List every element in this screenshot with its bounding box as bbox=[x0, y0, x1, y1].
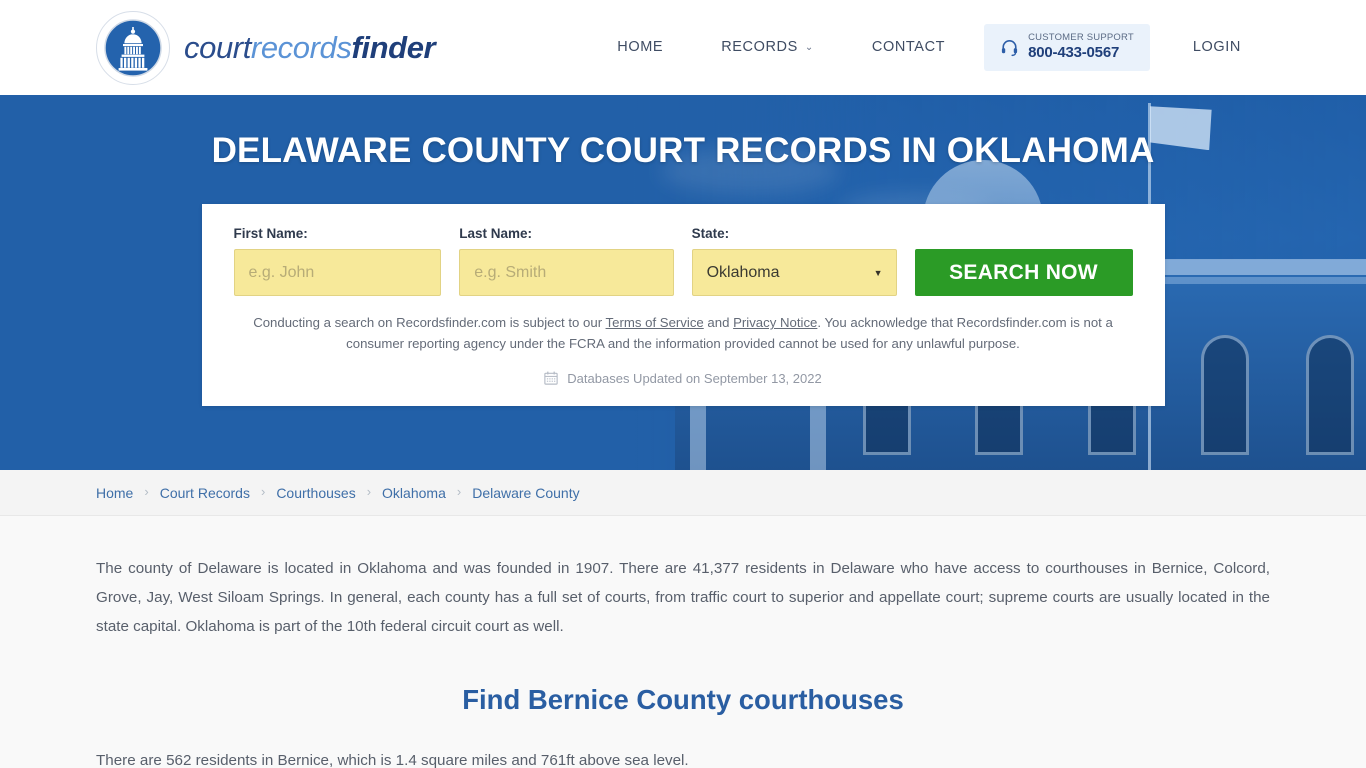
county-intro-paragraph: The county of Delaware is located in Okl… bbox=[96, 560, 1270, 636]
calendar-icon bbox=[544, 371, 558, 385]
nav-item-home[interactable]: HOME bbox=[588, 29, 692, 65]
capitol-dome-icon bbox=[96, 10, 170, 85]
breadcrumb-item-home[interactable]: Home bbox=[96, 485, 133, 501]
brand-wordmark: courtrecordsfinder bbox=[184, 29, 436, 66]
terms-of-service-link[interactable]: Terms of Service bbox=[606, 315, 704, 330]
disclaimer-part-2: and bbox=[703, 315, 734, 330]
state-select[interactable]: Oklahoma bbox=[691, 249, 897, 296]
chevron-right-icon: › bbox=[366, 484, 372, 499]
headset-icon bbox=[1000, 38, 1019, 57]
nav-item-contact[interactable]: CONTACT bbox=[843, 29, 974, 65]
databases-updated-text: Databases Updated on September 13, 2022 bbox=[567, 370, 822, 386]
chevron-right-icon: › bbox=[260, 484, 266, 499]
breadcrumb: Home › Court Records › Courthouses › Okl… bbox=[0, 470, 1366, 516]
site-header: courtrecordsfinder HOME RECORDS ⌄ CONTACT… bbox=[0, 0, 1366, 95]
main-navigation: HOME RECORDS ⌄ CONTACT CUSTOMER SUPPORT 8… bbox=[588, 24, 1270, 71]
chevron-down-icon: ⌄ bbox=[804, 42, 814, 54]
customer-support-phone: 800-433-0567 bbox=[1028, 44, 1120, 62]
breadcrumb-item-oklahoma[interactable]: Oklahoma bbox=[382, 485, 446, 501]
privacy-notice-link[interactable]: Privacy Notice bbox=[733, 315, 817, 330]
disclaimer-part-1: Conducting a search on Recordsfinder.com… bbox=[253, 315, 606, 330]
nav-item-records-label: RECORDS bbox=[721, 39, 798, 56]
databases-updated-row: Databases Updated on September 13, 2022 bbox=[234, 371, 1133, 386]
customer-support-button[interactable]: CUSTOMER SUPPORT 800-433-0567 bbox=[984, 24, 1150, 71]
chevron-right-icon: › bbox=[144, 484, 149, 499]
last-name-input[interactable] bbox=[459, 249, 674, 296]
first-name-field-group: First Name: bbox=[233, 226, 442, 296]
customer-support-label: CUSTOMER SUPPORT bbox=[1028, 32, 1134, 44]
search-disclaimer: Conducting a search on Recordsfinder.com… bbox=[246, 313, 1121, 355]
breadcrumb-item-delaware-county[interactable]: Delaware County bbox=[472, 485, 579, 501]
main-content: The county of Delaware is located in Okl… bbox=[0, 516, 1366, 768]
breadcrumb-item-courthouses[interactable]: Courthouses bbox=[276, 485, 355, 501]
search-fields-row: First Name: Last Name: State: Oklahoma ▼… bbox=[233, 226, 1133, 296]
page-title: DELAWARE COUNTY COURT RECORDS IN OKLAHOM… bbox=[211, 131, 1155, 170]
section-heading-bernice: Find Bernice County courthouses bbox=[462, 683, 904, 715]
last-name-field-group: Last Name: bbox=[459, 226, 674, 296]
chevron-right-icon: › bbox=[456, 484, 462, 499]
brand-text-court: court bbox=[184, 29, 251, 65]
brand-text-finder: finder bbox=[351, 29, 436, 65]
state-field-group: State: Oklahoma ▼ bbox=[691, 226, 897, 296]
state-label: State: bbox=[691, 226, 730, 241]
search-now-button[interactable]: SEARCH NOW bbox=[914, 249, 1133, 296]
breadcrumb-item-court-records[interactable]: Court Records bbox=[160, 485, 250, 501]
brand-text-records: records bbox=[250, 29, 352, 65]
people-search-form: First Name: Last Name: State: Oklahoma ▼… bbox=[201, 204, 1165, 406]
nav-item-login[interactable]: LOGIN bbox=[1164, 29, 1270, 65]
site-logo[interactable]: courtrecordsfinder bbox=[96, 10, 436, 85]
nav-item-login-label: LOGIN bbox=[1192, 39, 1241, 56]
hero-banner: DELAWARE COUNTY COURT RECORDS IN OKLAHOM… bbox=[0, 95, 1366, 470]
last-name-label: Last Name: bbox=[459, 226, 533, 241]
nav-item-contact-label: CONTACT bbox=[871, 39, 946, 56]
nav-item-records[interactable]: RECORDS ⌄ bbox=[692, 29, 843, 65]
bernice-paragraph: There are 562 residents in Bernice, whic… bbox=[96, 751, 689, 768]
first-name-label: First Name: bbox=[233, 226, 308, 241]
nav-item-home-label: HOME bbox=[617, 39, 664, 56]
first-name-input[interactable] bbox=[233, 249, 442, 296]
